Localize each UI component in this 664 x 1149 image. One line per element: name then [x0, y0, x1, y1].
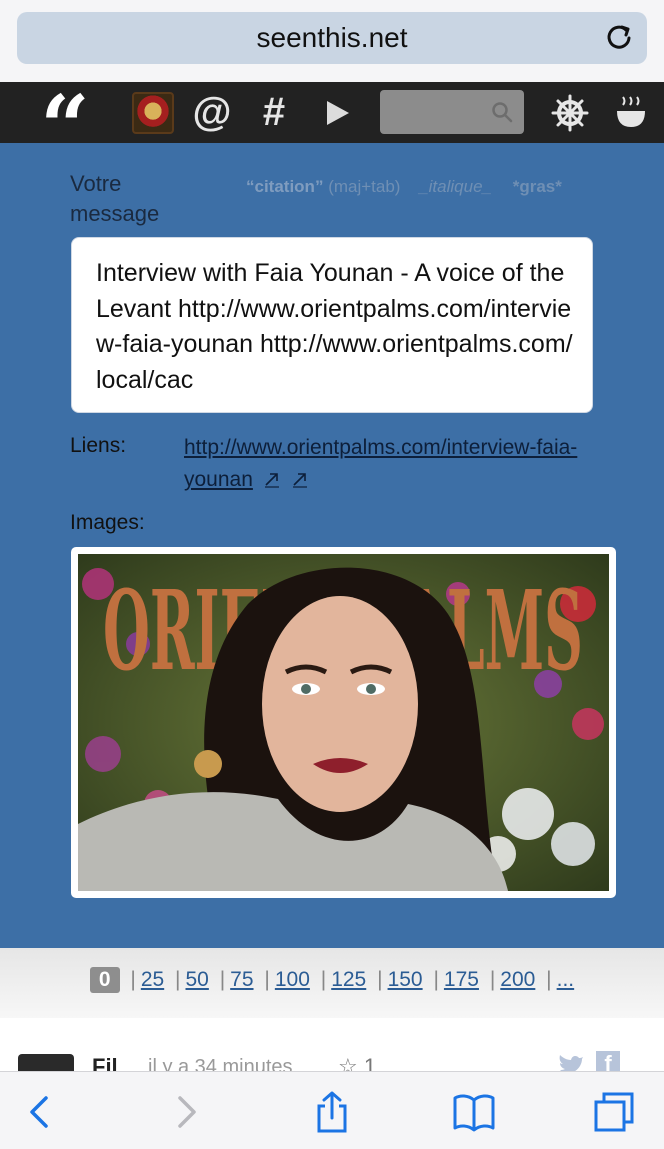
hint-italic[interactable]: _italique_ [419, 177, 492, 196]
coffee-cup-icon [617, 95, 645, 127]
external-link-icon[interactable] [263, 470, 281, 488]
play-icon [327, 100, 349, 125]
page-link[interactable]: 125 [331, 968, 366, 991]
links-label: Liens: [70, 434, 127, 457]
page-link[interactable]: 200 [500, 968, 535, 991]
page-current: 0 [89, 967, 120, 993]
external-link-icon[interactable] [291, 470, 309, 488]
link-url[interactable]: http://www.orientpalms.com/interview-fai… [184, 436, 577, 491]
page-link[interactable]: 25 [141, 968, 164, 991]
attached-image[interactable]: ORIENT PALMS [71, 547, 616, 898]
play-button[interactable] [318, 82, 358, 143]
reload-icon[interactable] [601, 20, 637, 56]
page-link[interactable]: 75 [230, 968, 253, 991]
site-toolbar: “ @ # [0, 82, 664, 171]
browser-chrome: seenthis.net [0, 0, 664, 82]
images-label: Images: [70, 511, 145, 534]
settings-wheel-button[interactable] [547, 82, 593, 143]
page-link-more[interactable]: ... [557, 968, 575, 991]
address-bar[interactable]: seenthis.net [17, 12, 647, 64]
seenthis-logo[interactable]: “ [26, 82, 104, 171]
back-icon[interactable] [18, 1090, 62, 1134]
avatar [132, 91, 174, 134]
coffee-button[interactable] [610, 82, 652, 143]
user-avatar-button[interactable] [130, 82, 176, 143]
forward-icon[interactable] [164, 1090, 208, 1134]
hint-quote-shortcut: (maj+tab) [328, 177, 401, 196]
share-icon[interactable] [310, 1090, 354, 1134]
link-entry: http://www.orientpalms.com/interview-fai… [184, 432, 594, 496]
twitter-icon[interactable] [557, 1051, 585, 1071]
tags-button[interactable]: # [252, 82, 296, 143]
post-preview[interactable]: Fil il y a 34 minutes ☆ 1 f [0, 1018, 664, 1071]
url-text[interactable]: seenthis.net [17, 12, 647, 64]
tabs-icon[interactable] [592, 1090, 636, 1134]
page-link[interactable]: 150 [388, 968, 423, 991]
browser-bottom-bar [0, 1071, 664, 1149]
page-link[interactable]: 100 [275, 968, 310, 991]
post-author-avatar[interactable] [18, 1054, 74, 1071]
page-link[interactable]: 50 [186, 968, 209, 991]
portrait-photo: ORIENT PALMS [78, 554, 609, 891]
post-star-count[interactable]: ☆ 1 [338, 1054, 376, 1071]
formatting-hints: “citation” (maj+tab) _italique_ *gras* [246, 177, 562, 197]
page-link[interactable]: 175 [444, 968, 479, 991]
pagination: 0 | 25 | 50 | 75 | 100 | 125 | 150 | 175 | 200 |… [0, 967, 664, 993]
ship-wheel-icon [551, 94, 589, 131]
hint-quote[interactable]: “citation” [246, 177, 323, 196]
hint-bold[interactable]: *gras* [513, 177, 562, 196]
search-input[interactable] [380, 90, 524, 134]
facebook-icon[interactable]: f [596, 1051, 620, 1071]
message-text: Interview with Faia Younan - A voice of … [96, 259, 573, 394]
search-icon [492, 102, 513, 123]
mentions-button[interactable]: @ [190, 82, 234, 143]
post-author[interactable]: Fil [92, 1054, 118, 1071]
post-time: il y a 34 minutes [148, 1056, 293, 1071]
message-textarea[interactable]: Interview with Faia Younan - A voice of … [71, 237, 593, 413]
bookmarks-icon[interactable] [452, 1090, 496, 1134]
message-label: Votre message [70, 171, 160, 226]
